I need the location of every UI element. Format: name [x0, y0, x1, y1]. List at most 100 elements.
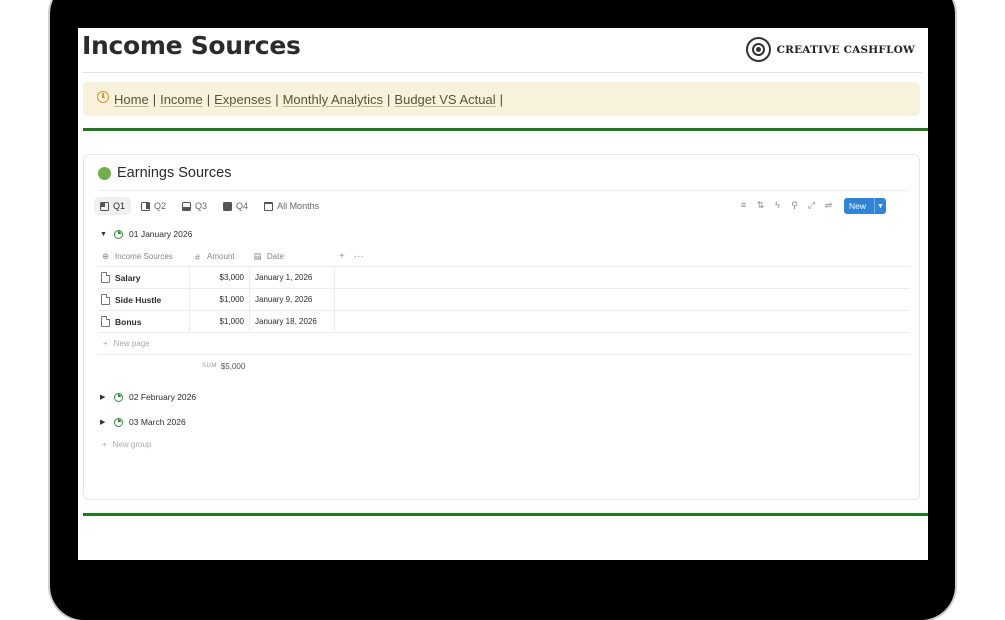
cell-name[interactable]: Side Hustle: [98, 289, 190, 310]
expand-icon[interactable]: ⤢: [807, 199, 816, 211]
database-card: Earnings Sources Q1 Q2 Q3 Q4 All Months …: [83, 154, 920, 500]
tab-label: Q4: [236, 201, 249, 211]
tab-q4[interactable]: Q4: [217, 197, 254, 215]
nav-separator: |: [499, 91, 503, 107]
view-q2-icon: [141, 201, 151, 211]
filter-icon[interactable]: ≡: [739, 199, 748, 211]
nav-link-monthly-analytics[interactable]: Monthly Analytics: [283, 92, 383, 107]
tab-label: Q3: [195, 201, 208, 211]
page-title: Income Sources: [82, 31, 301, 60]
column-header-amount[interactable]: # Amount: [190, 252, 250, 262]
sum-value[interactable]: $5,000: [221, 362, 245, 371]
group-header-march[interactable]: ▶ 03 March 2026: [100, 417, 186, 427]
table-header: ⊕ Income Sources # Amount ▤ Date + ···: [98, 247, 910, 267]
page-icon: [101, 316, 110, 327]
green-divider-bottom: [83, 513, 928, 516]
divider: [82, 72, 922, 73]
table-row[interactable]: Bonus $1,000 January 18, 2026: [98, 311, 910, 333]
header-actions: + ···: [339, 251, 364, 262]
page-icon: [101, 294, 110, 305]
cell-date[interactable]: January 9, 2026: [250, 289, 335, 310]
brand-name: CREATIVE CASHFLOW: [776, 43, 915, 56]
cell-date[interactable]: January 18, 2026: [250, 311, 335, 332]
clock-icon: [97, 91, 109, 103]
group-label: 02 February 2026: [129, 392, 197, 402]
row-title: Side Hustle: [115, 294, 162, 305]
triangle-right-icon[interactable]: ▶: [100, 393, 108, 401]
search-icon[interactable]: ⚲: [790, 199, 799, 211]
tab-q2[interactable]: Q2: [135, 197, 172, 215]
brand-logo-icon: [745, 37, 771, 62]
cell-amount[interactable]: $1,000: [190, 289, 250, 310]
cell-name[interactable]: Salary: [98, 267, 190, 288]
nav-link-home[interactable]: Home: [114, 92, 149, 107]
new-group-label: New group: [112, 440, 152, 449]
number-property-icon: #: [195, 251, 200, 262]
nav-links: Home | Income | Expenses | Monthly Analy…: [114, 92, 507, 107]
group-header-february[interactable]: ▶ 02 February 2026: [100, 392, 196, 402]
view-q1-icon: [100, 201, 109, 211]
row-title: Salary: [115, 272, 141, 283]
column-label: Amount: [207, 252, 235, 261]
database-header: Earnings Sources: [98, 165, 231, 181]
tab-label: All Months: [277, 201, 320, 211]
column-header-income-sources[interactable]: ⊕ Income Sources: [98, 251, 190, 262]
triangle-down-icon[interactable]: ▼: [100, 231, 108, 238]
cell-date[interactable]: January 1, 2026: [250, 267, 335, 288]
automation-icon[interactable]: ϟ: [773, 199, 782, 211]
title-property-icon: ⊕: [101, 251, 110, 261]
plus-icon: +: [103, 339, 108, 348]
calendar-icon: [264, 201, 274, 211]
progress-icon: [114, 392, 123, 402]
group-header-january[interactable]: ▼ 01 January 2026: [100, 229, 192, 239]
row-title: Bonus: [115, 316, 142, 327]
page-icon: [101, 272, 110, 283]
view-q4-icon: [223, 201, 233, 211]
nav-separator: |: [275, 91, 279, 107]
nav-separator: |: [206, 91, 211, 107]
tab-q3[interactable]: Q3: [176, 197, 213, 215]
sort-icon[interactable]: ⇅: [756, 199, 765, 211]
tab-all-months[interactable]: All Months: [258, 197, 325, 215]
nav-link-budget-vs-actual[interactable]: Budget VS Actual: [394, 92, 495, 107]
divider: [98, 190, 907, 191]
chevron-down-icon[interactable]: ▼: [874, 198, 886, 214]
view-q3-icon: [182, 201, 192, 211]
nav-link-income[interactable]: Income: [160, 92, 203, 107]
cell-amount[interactable]: $1,000: [190, 311, 250, 332]
toolbar: ≡ ⇅ ϟ ⚲ ⤢ ⇌: [739, 199, 833, 211]
new-page-button[interactable]: + New page: [98, 333, 910, 355]
tab-q1[interactable]: Q1: [94, 197, 132, 215]
more-icon[interactable]: ···: [354, 251, 364, 262]
calendar-icon: ▤: [253, 251, 262, 261]
plus-icon: +: [102, 440, 107, 449]
new-button[interactable]: New ▼: [844, 198, 886, 214]
nav-link-expenses[interactable]: Expenses: [214, 92, 271, 107]
cell-name[interactable]: Bonus: [98, 311, 190, 332]
brand: CREATIVE CASHFLOW: [745, 37, 915, 62]
green-circle-icon: [98, 166, 111, 180]
table-row[interactable]: Side Hustle $1,000 January 9, 2026: [98, 289, 910, 311]
nav-separator: |: [387, 91, 391, 107]
new-page-label: New page: [113, 339, 150, 348]
sum-row: SUM $5,000: [98, 355, 910, 377]
column-header-date[interactable]: ▤ Date: [250, 251, 335, 262]
new-group-button[interactable]: + New group: [102, 440, 151, 449]
database-title[interactable]: Earnings Sources: [117, 165, 231, 181]
app-screen: Income Sources CREATIVE CASHFLOW Home | …: [78, 28, 928, 560]
cell-amount[interactable]: $3,000: [190, 267, 250, 288]
view-tabs: Q1 Q2 Q3 Q4 All Months: [94, 197, 325, 215]
add-property-icon[interactable]: +: [339, 251, 345, 262]
triangle-right-icon[interactable]: ▶: [100, 418, 108, 426]
group-label: 01 January 2026: [129, 229, 193, 239]
data-table: ⊕ Income Sources # Amount ▤ Date + ··· S…: [98, 247, 910, 377]
column-label: Income Sources: [115, 252, 173, 261]
nav-callout: Home | Income | Expenses | Monthly Analy…: [83, 82, 920, 116]
table-row[interactable]: Salary $3,000 January 1, 2026: [98, 267, 910, 289]
progress-icon: [114, 417, 123, 427]
group-label: 03 March 2026: [129, 417, 186, 427]
tab-label: Q2: [154, 201, 167, 211]
green-divider-top: [83, 128, 928, 131]
new-button-label: New: [849, 201, 867, 211]
settings-icon[interactable]: ⇌: [824, 199, 833, 211]
